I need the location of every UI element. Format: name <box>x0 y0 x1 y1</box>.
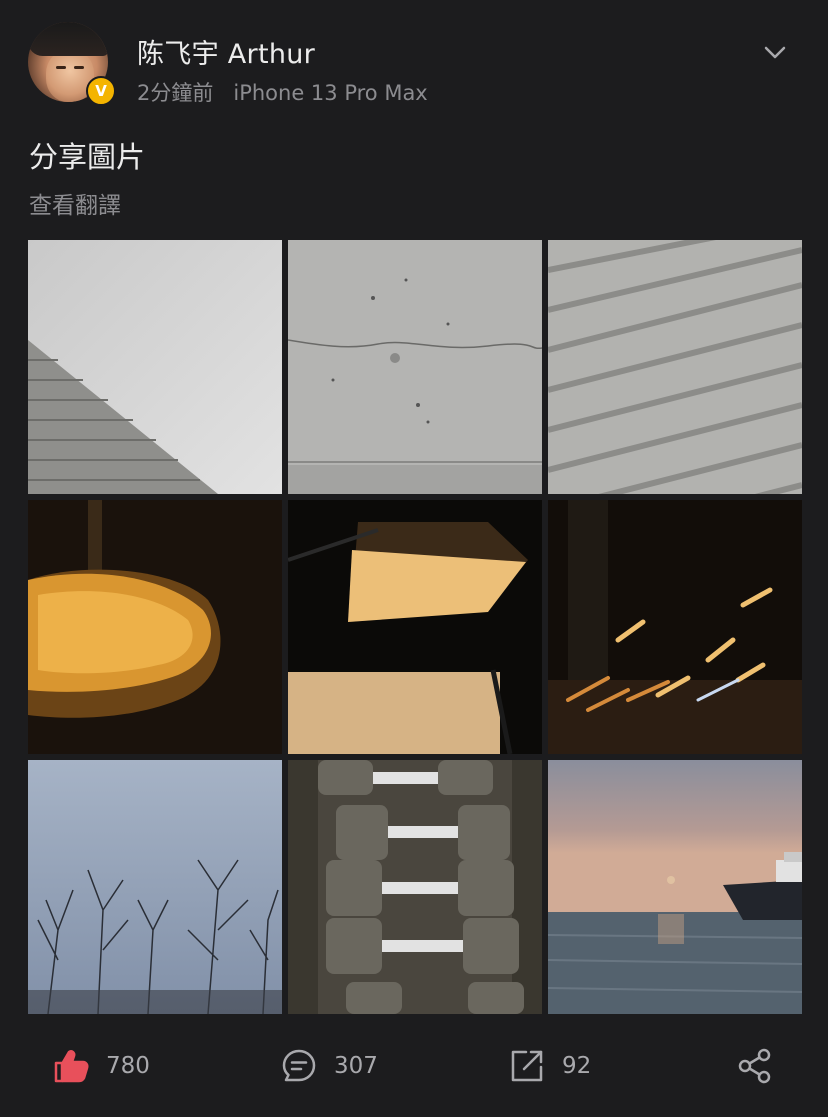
photo-thumbnail-5[interactable] <box>288 500 542 754</box>
post-meta: 2分鐘前 iPhone 13 Pro Max <box>137 77 428 107</box>
post-text: 分享圖片 <box>29 140 146 174</box>
post-time: 2分鐘前 <box>137 81 214 105</box>
like-button[interactable]: 780 <box>52 1044 150 1088</box>
bare-trees-image <box>28 760 282 1014</box>
photo-thumbnail-1[interactable] <box>28 240 282 494</box>
chevron-down-icon[interactable] <box>762 40 788 66</box>
thumbs-up-icon <box>54 1050 89 1083</box>
post-header: V 陈飞宇 Arthur 2分鐘前 iPhone 13 Pro Max <box>0 0 828 120</box>
repost-button[interactable]: 92 <box>508 1044 591 1088</box>
photo-thumbnail-7[interactable] <box>28 760 282 1014</box>
sea-sunset-image <box>548 760 802 1014</box>
motion-blur-image <box>28 500 282 754</box>
avatar-eye <box>56 66 66 69</box>
concrete-steps-image <box>548 240 802 494</box>
concrete-wall-image <box>288 240 542 494</box>
softbox-image <box>288 500 542 754</box>
night-lights-image <box>548 500 802 754</box>
photo-thumbnail-8[interactable] <box>288 760 542 1014</box>
photo-thumbnail-4[interactable] <box>28 500 282 754</box>
like-count: 780 <box>106 1053 150 1079</box>
comment-button[interactable]: 307 <box>280 1044 378 1088</box>
share-icon <box>738 1048 771 1084</box>
repost-icon <box>511 1050 543 1082</box>
photo-thumbnail-6[interactable] <box>548 500 802 754</box>
comment-count: 307 <box>334 1053 378 1079</box>
verified-badge: V <box>86 76 116 106</box>
post-device: iPhone 13 Pro Max <box>233 81 428 105</box>
dumbbells-image <box>288 760 542 1014</box>
avatar-eye <box>74 66 84 69</box>
author-name[interactable]: 陈飞宇 Arthur <box>137 32 315 71</box>
photo-thumbnail-9[interactable] <box>548 760 802 1014</box>
avatar-hair <box>28 22 108 56</box>
photo-thumbnail-2[interactable] <box>288 240 542 494</box>
photo-thumbnail-3[interactable] <box>548 240 802 494</box>
action-bar: 780 307 92 <box>0 1030 828 1102</box>
translate-link[interactable]: 查看翻譯 <box>29 186 121 220</box>
share-button[interactable] <box>736 1044 774 1088</box>
repost-count: 92 <box>562 1053 592 1079</box>
stairs-wall-image <box>28 240 282 494</box>
comment-icon <box>282 1049 316 1082</box>
image-grid <box>28 240 802 1014</box>
